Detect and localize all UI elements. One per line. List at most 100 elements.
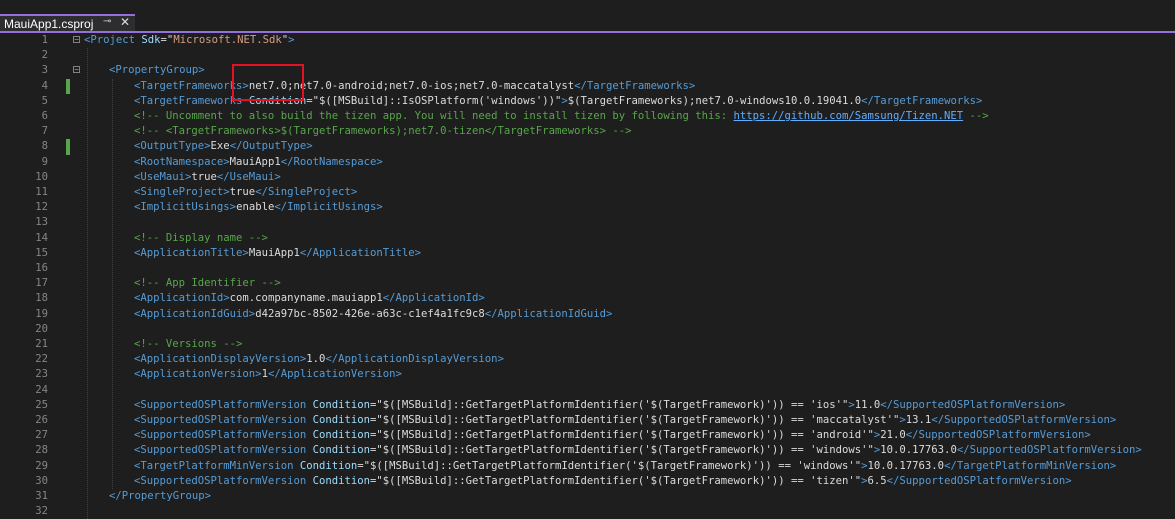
pin-icon[interactable]: ⊸ <box>103 16 111 27</box>
code-token: Exe <box>210 140 230 153</box>
code-line[interactable]: 26 <SupportedOSPlatformVersion Condition=… <box>0 413 1175 428</box>
code-line[interactable]: 15 <ApplicationTitle>MauiApp1</Applicatio… <box>0 246 1175 261</box>
code-token: =" <box>160 34 174 46</box>
code-token: <SupportedOSPlatformVersion <box>134 474 313 487</box>
code-line[interactable]: 23 <ApplicationVersion>1</ApplicationVers… <box>0 367 1175 382</box>
code-line[interactable]: 5 <TargetFrameworks Condition="$([MSBuild… <box>0 94 1175 109</box>
line-number: 32 <box>35 505 48 518</box>
code-token: Sdk <box>141 34 161 46</box>
code-line[interactable]: 8 <OutputType>Exe</OutputType> <box>0 139 1175 155</box>
line-number: 1 <box>41 34 48 46</box>
close-icon[interactable]: ✕ <box>120 15 130 29</box>
line-number: 21 <box>35 338 48 350</box>
code-token: > <box>288 34 295 46</box>
code-token: <!-- Uncomment to also build the tizen a… <box>134 110 734 122</box>
code-text: <SupportedOSPlatformVersion Condition="$… <box>134 443 1142 458</box>
code-text: </PropertyGroup> <box>109 489 211 504</box>
line-number: 18 <box>35 292 48 305</box>
code-line[interactable]: 10 <UseMaui>true</UseMaui> <box>0 170 1175 185</box>
code-line[interactable]: 13 <box>0 215 1175 230</box>
code-line[interactable]: 9 <RootNamespace>MauiApp1</RootNamespace> <box>0 155 1175 170</box>
line-number: 28 <box>35 444 48 457</box>
code-line[interactable]: 24 <box>0 383 1175 398</box>
document-tab[interactable]: MauiApp1.csproj ⊸ ✕ <box>0 14 135 31</box>
code-line[interactable]: 7 <!-- <TargetFrameworks>$(TargetFramewor… <box>0 124 1175 139</box>
code-token: $([MSBuild]::GetTargetPlatformIdentifier… <box>382 414 894 426</box>
code-token: com.companyname.mauiapp1 <box>229 292 383 305</box>
code-token: $([MSBuild]::IsOSPlatform('windows')) <box>318 94 555 107</box>
code-line[interactable]: 32 <box>0 504 1175 519</box>
line-number: 8 <box>41 140 48 153</box>
collapse-icon[interactable]: − <box>73 36 80 44</box>
line-number: 15 <box>35 246 48 259</box>
code-token: 10.0.17763.0 <box>880 444 957 457</box>
code-token: <ApplicationVersion> <box>134 368 262 381</box>
code-line[interactable]: 22 <ApplicationDisplayVersion>1.0</Applic… <box>0 352 1175 367</box>
code-token: 11.0 <box>854 398 881 411</box>
code-line[interactable]: 11 <SingleProject>true</SingleProject> <box>0 185 1175 200</box>
code-token: </TargetPlatformMinVersion> <box>944 459 1117 472</box>
line-number: 4 <box>41 79 48 92</box>
code-line[interactable]: 12 <ImplicitUsings>enable</ImplicitUsings… <box>0 200 1175 215</box>
line-number: 20 <box>35 322 48 335</box>
code-line[interactable]: 27 <SupportedOSPlatformVersion Condition=… <box>0 428 1175 443</box>
code-token: true <box>229 186 256 198</box>
collapse-icon[interactable]: − <box>73 66 80 74</box>
code-line[interactable]: 19 <ApplicationIdGuid>d42a97bc-8502-426e-… <box>0 307 1175 322</box>
line-number: 13 <box>35 216 48 229</box>
line-number: 29 <box>35 459 48 472</box>
code-line[interactable]: 1 − <Project Sdk="Microsoft.NET.Sdk"> <box>0 33 1175 48</box>
line-number: 26 <box>35 414 48 426</box>
code-line[interactable]: 4 <TargetFrameworks>net7.0;net7.0-android… <box>0 78 1175 94</box>
code-editor[interactable]: 1− <Project Sdk="Microsoft.NET.Sdk"> 2 3− <P… <box>0 33 1175 519</box>
line-number: 12 <box>35 201 48 214</box>
code-token: <SupportedOSPlatformVersion <box>134 444 313 457</box>
code-line[interactable]: 31 </PropertyGroup> <box>0 489 1175 504</box>
code-text: <SupportedOSPlatformVersion Condition="$… <box>134 398 1065 413</box>
code-line[interactable]: 28 <SupportedOSPlatformVersion Condition=… <box>0 443 1175 458</box>
code-token: d42a97bc-8502-426e-a63c-c1ef4a1fc9c8 <box>255 307 485 320</box>
code-line[interactable]: 30 <SupportedOSPlatformVersion Condition=… <box>0 474 1175 489</box>
code-token: <Project <box>84 34 142 46</box>
code-token: enable <box>236 201 275 214</box>
code-token: $([MSBuild]::GetTargetPlatformIdentifier… <box>382 474 855 487</box>
code-line[interactable]: 29 <TargetPlatformMinVersion Condition="$… <box>0 459 1175 474</box>
code-token: <ApplicationTitle> <box>134 246 249 259</box>
code-token: =" <box>370 429 383 442</box>
code-token: Condition <box>312 444 370 457</box>
code-token: <OutputType> <box>134 140 211 153</box>
code-token: $([MSBuild]::GetTargetPlatformIdentifier… <box>382 398 842 411</box>
code-token: </TargetFrameworks> <box>574 79 696 92</box>
code-line[interactable]: 21 <!-- Versions --> <box>0 337 1175 352</box>
code-token: </SingleProject> <box>255 186 358 198</box>
highlight-box <box>232 64 304 101</box>
code-token: </SupportedOSPlatformVersion> <box>886 474 1072 487</box>
line-number: 31 <box>35 490 48 502</box>
code-token: MauiApp1 <box>229 155 281 168</box>
line-number: 6 <box>41 110 48 122</box>
code-line[interactable]: 6 <!-- Uncomment to also build the tizen … <box>0 109 1175 124</box>
line-number: 7 <box>41 125 48 138</box>
code-token: </ApplicationTitle> <box>299 246 422 259</box>
code-text: <SingleProject>true</SingleProject> <box>134 185 357 200</box>
code-text: <OutputType>Exe</OutputType> <box>134 139 313 154</box>
code-token: Condition <box>312 414 370 426</box>
line-number: 30 <box>35 474 48 487</box>
code-token: </TargetFrameworks> <box>861 94 983 107</box>
code-text: <TargetFrameworks>net7.0;net7.0-android;… <box>134 79 695 94</box>
comment-link[interactable]: https://github.com/Samsung/Tizen.NET <box>734 110 964 122</box>
code-text: <TargetPlatformMinVersion Condition="$([… <box>134 459 1116 474</box>
code-token: </SupportedOSPlatformVersion> <box>905 429 1091 442</box>
code-line[interactable]: 25 <SupportedOSPlatformVersion Condition=… <box>0 398 1175 413</box>
code-line[interactable]: 18 <ApplicationId>com.companyname.mauiapp… <box>0 291 1175 306</box>
code-line[interactable]: 16 <box>0 261 1175 276</box>
code-line[interactable]: 17 <!-- App Identifier --> <box>0 276 1175 291</box>
line-number: 22 <box>35 353 48 366</box>
code-line[interactable]: 20 <box>0 322 1175 337</box>
code-line[interactable]: 3 − <PropertyGroup> <box>0 63 1175 78</box>
code-line[interactable]: 14 <!-- Display name --> <box>0 231 1175 246</box>
indent-guide <box>87 48 89 519</box>
tab-title: MauiApp1.csproj <box>4 16 94 31</box>
code-token: Condition <box>312 429 370 442</box>
code-line[interactable]: 2 <box>0 48 1175 63</box>
